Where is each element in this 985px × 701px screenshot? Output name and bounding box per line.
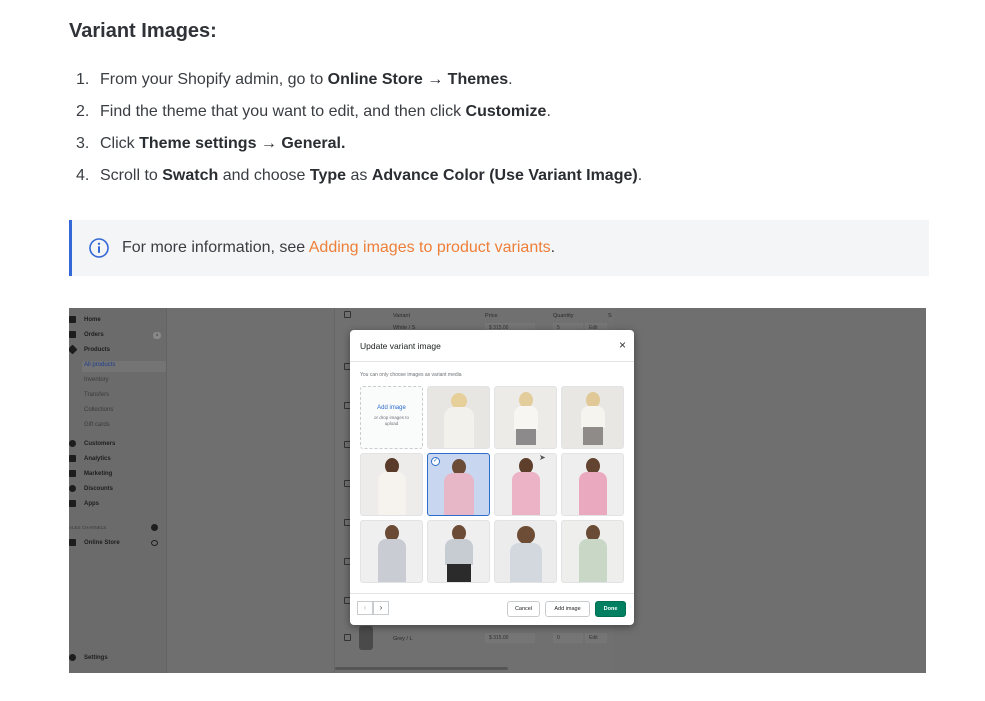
gear-icon — [69, 654, 76, 661]
image-thumbnail[interactable] — [561, 520, 624, 583]
orders-count-badge: 4 — [153, 332, 161, 339]
sidebar-item-orders[interactable]: Orders — [69, 331, 104, 338]
sidebar-item-discounts[interactable]: Discounts — [69, 485, 113, 492]
next-page-button[interactable]: › — [373, 601, 389, 615]
sidebar-item-customers[interactable]: Customers — [69, 440, 115, 447]
sidebar-item-collections[interactable]: Collections — [84, 407, 113, 413]
person-icon — [69, 440, 76, 447]
image-grid: Add image or drop images to upload ✓ — [360, 386, 626, 586]
selected-check-icon: ✓ — [431, 457, 440, 466]
admin-sidebar: Home Orders 4 Products All products Inve… — [69, 308, 167, 673]
row-quantity[interactable]: 0 — [553, 633, 583, 643]
add-channel-icon[interactable] — [151, 524, 158, 531]
modal-subtitle: You can only choose images as variant me… — [360, 372, 462, 378]
sidebar-item-home[interactable]: Home — [69, 316, 101, 323]
home-icon — [69, 316, 76, 323]
step-3: 3. Click Theme settings → General. — [76, 135, 346, 152]
image-thumbnail[interactable] — [494, 520, 557, 583]
sidebar-item-apps[interactable]: Apps — [69, 500, 99, 507]
step-2: 2. Find the theme that you want to edit, … — [76, 103, 551, 120]
sidebar-item-all-products[interactable]: All products — [84, 362, 115, 368]
column-header-price: Price — [485, 313, 498, 319]
row-checkbox[interactable] — [344, 634, 351, 641]
row-price[interactable]: $ 315.00 — [485, 633, 535, 643]
variant-images-heading: Variant Images: — [69, 20, 217, 42]
info-icon — [89, 238, 109, 258]
modal-divider — [350, 361, 634, 362]
sidebar-item-inventory[interactable]: Inventory — [84, 377, 109, 383]
row-variant: Grey / L — [393, 636, 413, 642]
megaphone-icon — [69, 470, 76, 477]
close-icon[interactable]: × — [619, 338, 626, 352]
tag-icon — [69, 344, 78, 355]
row-edit-button[interactable]: Edit — [585, 633, 607, 643]
modal-title: Update variant image — [360, 341, 441, 351]
admin-screenshot: Home Orders 4 Products All products Inve… — [69, 308, 926, 673]
sidebar-item-settings[interactable]: Settings — [69, 654, 108, 661]
store-icon — [69, 539, 76, 546]
sidebar-item-transfers[interactable]: Transfers — [84, 392, 109, 398]
adding-images-link[interactable]: Adding images to product variants — [309, 239, 551, 256]
drop-hint: or drop images to upload — [373, 415, 410, 426]
callout-text: For more information, see Adding images … — [122, 239, 556, 256]
sidebar-item-products[interactable]: Products — [69, 344, 110, 355]
column-header-quantity: Quantity — [553, 313, 574, 319]
image-thumbnail[interactable] — [494, 453, 557, 516]
image-thumbnail[interactable] — [561, 386, 624, 449]
sidebar-item-gift-cards[interactable]: Gift cards — [84, 422, 110, 428]
mouse-cursor-icon: ➤ — [539, 453, 546, 462]
step-4: 4. Scroll to Swatch and choose Type as Ad… — [76, 167, 643, 184]
sidebar-item-analytics[interactable]: Analytics — [69, 455, 111, 462]
eye-icon[interactable] — [151, 540, 158, 546]
cancel-button[interactable]: Cancel — [507, 601, 540, 617]
orders-icon — [69, 331, 76, 338]
pagination: ‹ › — [357, 601, 389, 615]
image-thumbnail[interactable] — [494, 386, 557, 449]
prev-page-button[interactable]: ‹ — [357, 601, 373, 615]
done-button[interactable]: Done — [595, 601, 626, 617]
add-image-button[interactable]: Add image — [545, 601, 590, 617]
discount-icon — [69, 485, 76, 492]
add-image-dropzone[interactable]: Add image or drop images to upload — [360, 386, 423, 449]
horizontal-scrollbar[interactable] — [335, 667, 508, 670]
sidebar-item-marketing[interactable]: Marketing — [69, 470, 112, 477]
chart-icon — [69, 455, 76, 462]
image-thumbnail-selected[interactable]: ✓ — [427, 453, 490, 516]
sidebar-item-online-store[interactable]: Online Store — [69, 539, 120, 546]
variant-thumbnail — [359, 626, 373, 650]
apps-icon — [69, 500, 76, 507]
select-all-checkbox[interactable] — [344, 311, 351, 318]
add-image-link[interactable]: Add image — [361, 405, 422, 411]
step-1: 1. From your Shopify admin, go to Online … — [76, 71, 513, 88]
image-thumbnail[interactable] — [427, 520, 490, 583]
modal-footer-divider — [350, 593, 634, 594]
image-thumbnail[interactable] — [561, 453, 624, 516]
info-callout: For more information, see Adding images … — [69, 220, 929, 276]
sales-channels-label: ALES CHANNELS — [69, 525, 107, 530]
steps-list: 1. From your Shopify admin, go to Online … — [76, 68, 642, 196]
column-header-variant: Variant — [393, 313, 411, 319]
image-thumbnail[interactable] — [427, 386, 490, 449]
column-header-extra: S — [608, 313, 612, 319]
image-thumbnail[interactable] — [360, 520, 423, 583]
update-variant-image-modal: Update variant image × You can only choo… — [350, 330, 634, 625]
image-thumbnail[interactable] — [360, 453, 423, 516]
